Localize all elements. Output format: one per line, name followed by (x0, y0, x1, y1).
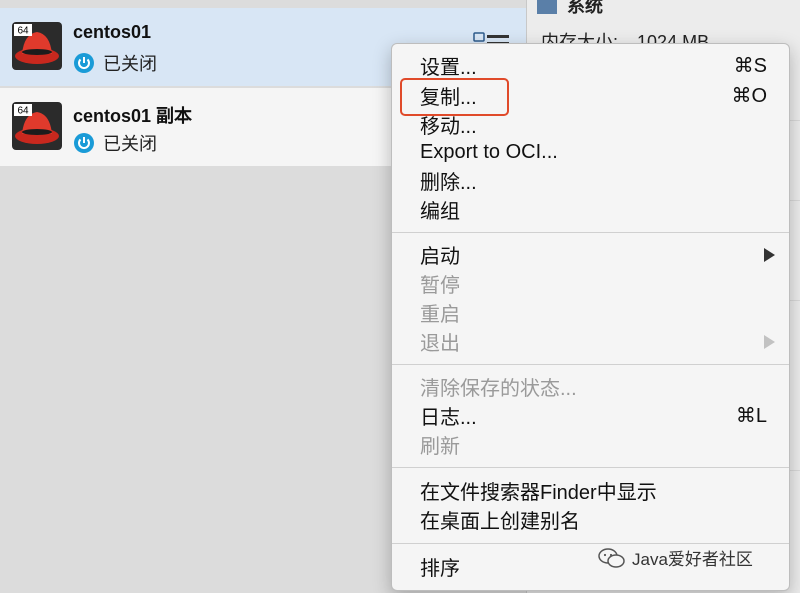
wechat-icon (598, 547, 625, 568)
menu-separator (392, 543, 789, 544)
menu-item-group[interactable]: 编组 (392, 195, 789, 224)
menu-separator (392, 232, 789, 233)
menu-item-delete[interactable]: 删除... (392, 166, 789, 195)
menu-item-pause: 暂停 (392, 269, 789, 298)
menu-item-show-in-finder[interactable]: 在文件搜索器Finder中显示 (392, 476, 789, 505)
menu-item-clone[interactable]: 复制... ⌘O (392, 81, 789, 110)
menu-item-export-oci[interactable]: Export to OCI... (392, 138, 789, 167)
menu-separator (392, 364, 789, 365)
redhat-os-icon: 64 (12, 22, 62, 70)
menu-separator (392, 467, 789, 468)
menu-item-label: 编组 (420, 201, 460, 223)
menu-item-label: 日志... (420, 407, 477, 429)
system-icon (537, 0, 557, 14)
power-icon (74, 53, 94, 73)
menu-item-close: 退出 (392, 327, 789, 356)
menu-item-logs[interactable]: 日志... ⌘L (392, 401, 789, 430)
menu-item-refresh: 刷新 (392, 430, 789, 459)
watermark: Java爱好者社区 (598, 545, 753, 570)
vm-state: 已关闭 (73, 50, 157, 76)
vm-name: centos01 (73, 22, 152, 42)
menu-item-label: 退出 (420, 333, 460, 355)
menu-item-create-alias[interactable]: 在桌面上创建别名 (392, 505, 789, 534)
redhat-os-icon: 64 (12, 102, 62, 150)
menu-item-label: 设置... (420, 57, 477, 79)
arch-badge: 64 (17, 26, 29, 37)
menu-item-label: 移动... (420, 116, 477, 138)
menu-item-discard-state: 清除保存的状态... (392, 372, 789, 401)
menu-item-label: 复制... (420, 87, 477, 109)
vm-state: 已关闭 (73, 130, 157, 156)
vm-context-menu: 设置... ⌘S 复制... ⌘O 移动... Export to OCI...… (391, 43, 790, 591)
menu-item-label: 暂停 (420, 275, 460, 297)
menu-item-label: 刷新 (420, 436, 460, 458)
watermark-text: Java爱好者社区 (632, 550, 753, 569)
menu-item-start[interactable]: 启动 (392, 240, 789, 269)
menu-item-label: 启动 (420, 246, 460, 268)
menu-shortcut: ⌘O (731, 85, 767, 107)
menu-item-label: 在文件搜索器Finder中显示 (420, 482, 657, 504)
submenu-arrow-icon (764, 247, 775, 262)
menu-shortcut: ⌘L (735, 405, 767, 427)
vm-state-text: 已关闭 (103, 54, 157, 74)
submenu-arrow-icon (764, 334, 775, 349)
menu-item-settings[interactable]: 设置... ⌘S (392, 51, 789, 80)
menu-item-label: 清除保存的状态... (420, 378, 577, 400)
menu-item-label: 在桌面上创建别名 (420, 511, 580, 533)
vm-state-text: 已关闭 (103, 134, 157, 154)
vm-name: centos01 副本 (73, 106, 193, 126)
menu-item-label: Export to OCI... (420, 141, 558, 163)
menu-item-label: 排序 (420, 558, 460, 580)
menu-item-label: 删除... (420, 172, 477, 194)
menu-item-move[interactable]: 移动... (392, 110, 789, 139)
arch-badge: 64 (17, 106, 29, 117)
system-section-header[interactable]: 系统 (537, 0, 603, 18)
menu-shortcut: ⌘S (733, 55, 767, 77)
section-title: 系统 (567, 0, 603, 16)
power-icon (74, 133, 94, 153)
menu-item-label: 重启 (420, 304, 460, 326)
menu-item-reset: 重启 (392, 298, 789, 327)
